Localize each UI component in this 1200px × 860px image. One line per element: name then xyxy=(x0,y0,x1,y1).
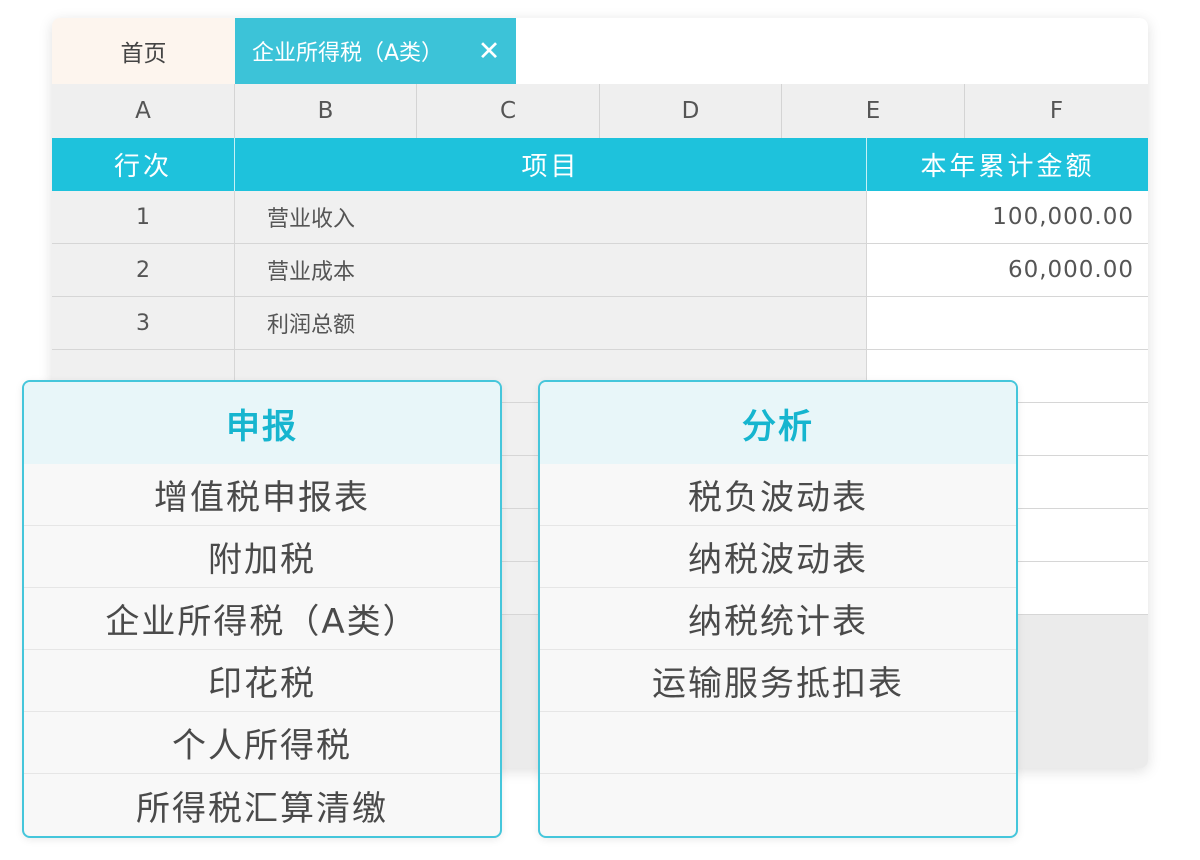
item-cell[interactable]: 营业收入 xyxy=(235,191,867,244)
analysis-panel-title: 分析 xyxy=(540,382,1016,464)
column-header-f[interactable]: F xyxy=(965,84,1148,138)
row-number-cell[interactable]: 1 xyxy=(52,191,235,244)
menu-item-personal-income-tax[interactable]: 个人所得税 xyxy=(24,712,500,774)
menu-item-surtax[interactable]: 附加税 xyxy=(24,526,500,588)
column-header-a[interactable]: A xyxy=(52,84,235,138)
close-icon[interactable]: ✕ xyxy=(474,36,504,67)
amount-cell[interactable] xyxy=(867,297,1148,350)
menu-item-tax-burden-fluctuation[interactable]: 税负波动表 xyxy=(540,464,1016,526)
column-header-d[interactable]: D xyxy=(600,84,782,138)
column-header-b[interactable]: B xyxy=(235,84,417,138)
tab-corporate-income-tax-a[interactable]: 企业所得税（A类） ✕ xyxy=(235,18,516,84)
header-amount: 本年累计金额 xyxy=(920,152,1095,182)
menu-item-stamp-duty[interactable]: 印花税 xyxy=(24,650,500,712)
menu-item-annual-settlement[interactable]: 所得税汇算清缴 xyxy=(24,774,500,836)
menu-item-empty xyxy=(540,712,1016,774)
table-row: 2 营业成本 60,000.00 xyxy=(52,244,1148,297)
declare-menu: 增值税申报表 附加税 企业所得税（A类） 印花税 个人所得税 所得税汇算清缴 xyxy=(24,464,500,836)
analysis-panel: 分析 税负波动表 纳税波动表 纳税统计表 运输服务抵扣表 xyxy=(538,380,1018,838)
amount-cell[interactable]: 60,000.00 xyxy=(867,244,1148,297)
header-item: 项目 xyxy=(235,138,867,191)
column-header-c[interactable]: C xyxy=(417,84,600,138)
item-cell[interactable]: 利润总额 xyxy=(235,297,867,350)
tab-home[interactable]: 首页 xyxy=(52,18,235,84)
column-header-row: A B C D E F xyxy=(52,84,1148,139)
analysis-menu: 税负波动表 纳税波动表 纳税统计表 运输服务抵扣表 xyxy=(540,464,1016,836)
table-row: 3 利润总额 xyxy=(52,297,1148,350)
table-row: 1 营业收入 100,000.00 xyxy=(52,191,1148,244)
declare-panel-title: 申报 xyxy=(24,382,500,464)
declare-panel: 申报 增值税申报表 附加税 企业所得税（A类） 印花税 个人所得税 所得税汇算清… xyxy=(22,380,502,838)
menu-item-corporate-income-tax-a[interactable]: 企业所得税（A类） xyxy=(24,588,500,650)
menu-item-empty xyxy=(540,774,1016,836)
header-row-no: 行次 xyxy=(52,138,235,191)
item-cell[interactable]: 营业成本 xyxy=(235,244,867,297)
table-header-row: 行次 项目 本年累计金额 xyxy=(52,138,1148,191)
menu-item-tax-payment-fluctuation[interactable]: 纳税波动表 xyxy=(540,526,1016,588)
row-number-cell[interactable]: 2 xyxy=(52,244,235,297)
menu-item-tax-statistics[interactable]: 纳税统计表 xyxy=(540,588,1016,650)
tab-active-label: 企业所得税（A类） xyxy=(252,41,444,66)
tab-home-label: 首页 xyxy=(120,41,167,67)
tab-bar: 首页 企业所得税（A类） ✕ xyxy=(52,18,1148,85)
row-number-cell[interactable]: 3 xyxy=(52,297,235,350)
menu-item-vat-return[interactable]: 增值税申报表 xyxy=(24,464,500,526)
amount-cell[interactable]: 100,000.00 xyxy=(867,191,1148,244)
menu-item-transport-deduction[interactable]: 运输服务抵扣表 xyxy=(540,650,1016,712)
column-header-e[interactable]: E xyxy=(782,84,965,138)
